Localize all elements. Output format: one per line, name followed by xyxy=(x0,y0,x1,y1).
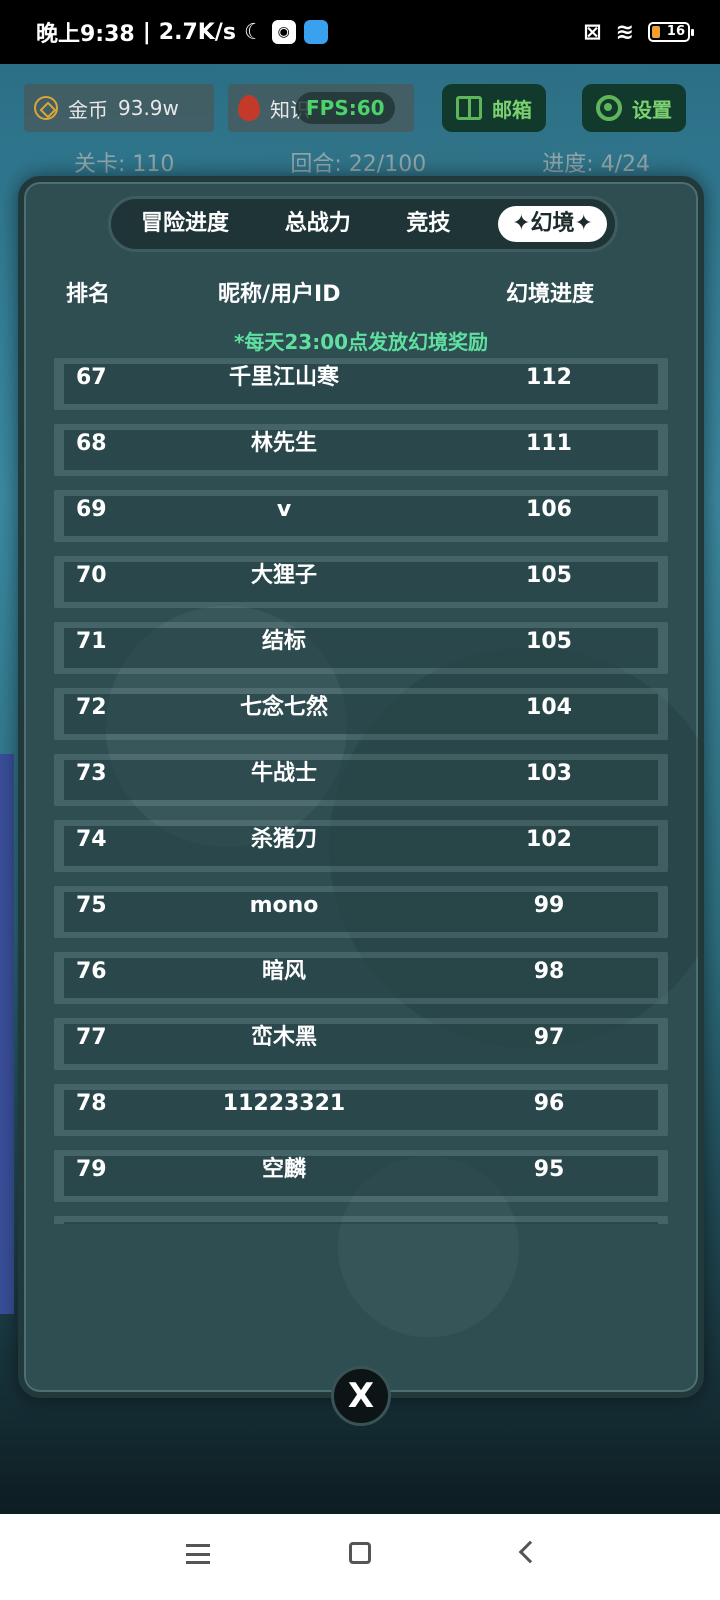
table-row: 71 结标 105 xyxy=(54,622,668,674)
row-name: 千里江山寒 xyxy=(228,365,339,390)
row-rank: 76 xyxy=(76,959,107,984)
row-progress: 105 xyxy=(526,629,572,654)
table-row: 77 峦木黑 97 xyxy=(54,1018,668,1070)
table-row: 78 11223321 96 xyxy=(54,1084,668,1136)
mail-label: 邮箱 xyxy=(492,97,532,122)
row-rank: 68 xyxy=(76,431,107,456)
qq-app-icon: ◉ xyxy=(271,20,296,44)
row-rank: 72 xyxy=(76,695,107,720)
status-bar: 晚上9:38 | 2.7K/s ☾ ◉ ⊠ ≋ 16 xyxy=(0,0,720,64)
coin-icon xyxy=(34,96,58,120)
table-row: 79 空麟 95 xyxy=(54,1150,668,1202)
row-rank: 78 xyxy=(76,1091,107,1116)
settings-button[interactable]: 设置 xyxy=(582,84,686,132)
top-bar: 金币 93.9w 知识 FPS:60 邮箱 设置 xyxy=(24,84,696,132)
row-rank: 71 xyxy=(76,629,107,654)
back-icon[interactable] xyxy=(518,1540,542,1564)
home-icon[interactable] xyxy=(349,1542,371,1564)
coin-value: 93.9w xyxy=(118,96,179,120)
header-name: 昵称/用户ID xyxy=(218,282,341,307)
row-progress: 104 xyxy=(526,695,572,720)
row-rank: 77 xyxy=(76,1025,107,1050)
app-notification-icon xyxy=(303,20,328,44)
row-rank: 70 xyxy=(76,563,107,588)
table-row: 67 千里江山寒 112 xyxy=(54,358,668,410)
row-progress: 105 xyxy=(526,563,572,588)
row-progress: 106 xyxy=(526,497,572,522)
row-name: 结标 xyxy=(261,629,306,654)
table-row: 75 mono 99 xyxy=(54,886,668,938)
row-progress: 97 xyxy=(533,1025,565,1050)
status-net-speed: 2.7K/s xyxy=(158,19,236,45)
row-progress: 102 xyxy=(526,827,572,852)
row-name: 峦木黑 xyxy=(250,1025,317,1050)
coin-label: 金币 xyxy=(68,97,108,122)
coin-display: 金币 93.9w xyxy=(24,84,214,132)
side-strip xyxy=(0,754,14,1314)
settings-label: 设置 xyxy=(632,97,672,122)
row-progress: 111 xyxy=(526,431,572,456)
row-name: 11223321 xyxy=(222,1091,346,1116)
row-name: v xyxy=(276,497,292,522)
tab-adventure-progress[interactable]: 冒险进度 xyxy=(133,206,237,242)
progress-text: 进度: 4/24 xyxy=(542,152,650,177)
row-progress: 96 xyxy=(533,1091,565,1116)
wifi-icon: ≋ xyxy=(615,19,634,45)
row-name: 林先生 xyxy=(250,431,317,456)
row-name: 大狸子 xyxy=(250,563,317,588)
row-rank: 73 xyxy=(76,761,107,786)
row-name: 七念七然 xyxy=(239,695,328,720)
row-progress: 95 xyxy=(533,1157,565,1182)
gear-icon xyxy=(596,95,622,121)
row-progress: 98 xyxy=(533,959,565,984)
row-name: 牛战士 xyxy=(250,761,317,786)
table-row: 72 七念七然 104 xyxy=(54,688,668,740)
mail-button[interactable]: 邮箱 xyxy=(442,84,546,132)
table-row: 74 杀猪刀 102 xyxy=(54,820,668,872)
gift-icon xyxy=(456,96,482,120)
row-rank: 67 xyxy=(76,365,107,390)
status-time: 晚上9:38 xyxy=(36,22,135,47)
row-name: mono xyxy=(249,893,319,918)
table-row: 73 牛战士 103 xyxy=(54,754,668,806)
row-name: 暗风 xyxy=(261,959,306,984)
system-nav-bar xyxy=(0,1514,720,1600)
row-name: 空麟 xyxy=(261,1157,306,1182)
sim-off-icon: ⊠ xyxy=(583,19,602,45)
table-row: 68 林先生 111 xyxy=(54,424,668,476)
tab-arena[interactable]: 竞技 xyxy=(398,206,458,242)
header-progress: 幻境进度 xyxy=(506,282,595,307)
ranking-tabs: 冒险进度 总战力 竞技 ✦幻境✦ xyxy=(108,196,618,252)
flame-icon xyxy=(238,95,260,121)
row-progress: 112 xyxy=(526,365,572,390)
battery-level: 16 xyxy=(666,24,685,39)
close-button[interactable]: X xyxy=(331,1366,391,1426)
tab-total-power[interactable]: 总战力 xyxy=(277,206,359,242)
battery-icon: 16 xyxy=(648,22,694,42)
recent-apps-icon[interactable] xyxy=(186,1544,210,1564)
tab-illusion[interactable]: ✦幻境✦ xyxy=(498,206,607,242)
table-row: 70 大狸子 105 xyxy=(54,556,668,608)
level-text: 关卡: 110 xyxy=(74,152,175,177)
table-row: 69 v 106 xyxy=(54,490,668,542)
reward-notice: *每天23:00点发放幻境奖励 xyxy=(233,330,489,354)
ranking-list[interactable]: 67 千里江山寒 112 68 林先生 111 69 v 106 70 大狸子 … xyxy=(54,358,668,1224)
header-rank: 排名 xyxy=(66,282,111,307)
moon-icon: ☾ xyxy=(243,19,264,45)
row-rank: 69 xyxy=(76,497,107,522)
row-progress: 99 xyxy=(533,893,565,918)
table-header: 排名 昵称/用户ID 幻境进度 xyxy=(24,276,698,312)
row-rank: 74 xyxy=(76,827,107,852)
fps-counter: FPS:60 xyxy=(296,92,395,124)
table-row: 76 暗风 98 xyxy=(54,952,668,1004)
row-rank: 79 xyxy=(76,1157,107,1182)
row-progress: 103 xyxy=(526,761,572,786)
table-row-partial xyxy=(54,1216,668,1224)
ranking-modal: 冒险进度 总战力 竞技 ✦幻境✦ 排名 昵称/用户ID 幻境进度 *每天23:0… xyxy=(18,176,704,1398)
round-text: 回合: 22/100 xyxy=(290,152,427,177)
row-rank: 75 xyxy=(76,893,107,918)
row-name: 杀猪刀 xyxy=(250,827,317,852)
